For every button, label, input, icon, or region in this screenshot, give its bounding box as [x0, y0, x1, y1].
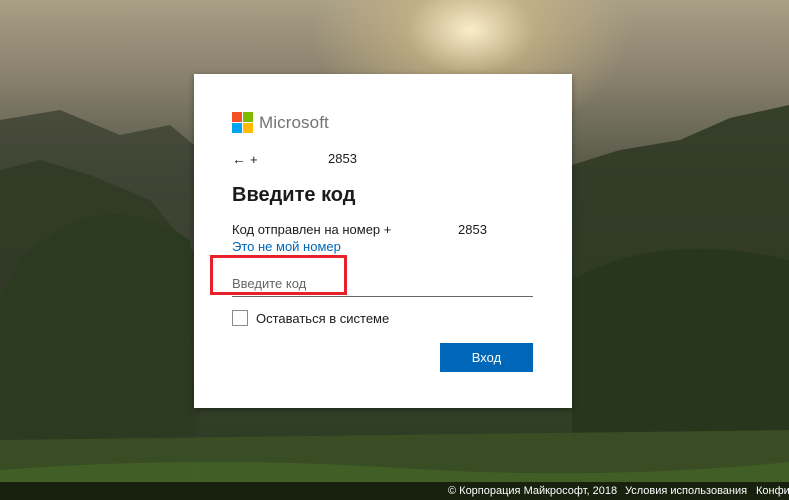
- brand-name: Microsoft: [259, 112, 329, 132]
- code-input-highlight-box: [210, 255, 347, 295]
- arrow-left-icon[interactable]: ←: [232, 151, 248, 167]
- identity-number: 2853: [328, 151, 357, 166]
- stay-signed-in-label: Оставаться в системе: [256, 310, 390, 326]
- not-my-number-link[interactable]: Это не мой номер: [232, 239, 341, 254]
- page-title: Введите код: [232, 184, 356, 206]
- footer-bar: © Корпорация Майкрософт, 2018 Условия ис…: [0, 482, 789, 500]
- terms-link[interactable]: Условия использования: [625, 485, 747, 497]
- code-sent-message: Код отправлен на номер + 2853: [232, 222, 492, 237]
- privacy-link[interactable]: Конфид: [756, 485, 789, 497]
- identity-banner: ← + 2853: [232, 151, 357, 167]
- microsoft-logo-icon: [232, 112, 253, 133]
- logo-square-green: [243, 112, 253, 122]
- logo-square-yellow: [243, 123, 253, 133]
- signin-button[interactable]: Вход: [440, 343, 533, 372]
- signin-card: Microsoft ← + 2853 Введите код Код отправ…: [194, 74, 572, 408]
- code-sent-number: 2853: [458, 222, 487, 237]
- logo-square-red: [232, 112, 242, 122]
- copyright-text: © Корпорация Майкрософт, 2018: [448, 485, 618, 497]
- logo-square-blue: [232, 123, 242, 133]
- stay-signed-in-checkbox[interactable]: [232, 310, 248, 326]
- code-sent-text: Код отправлен на номер +: [232, 222, 392, 237]
- microsoft-logo: Microsoft: [232, 112, 329, 133]
- stay-signed-in[interactable]: Оставаться в системе: [232, 310, 389, 326]
- identity-prefix: +: [250, 152, 258, 167]
